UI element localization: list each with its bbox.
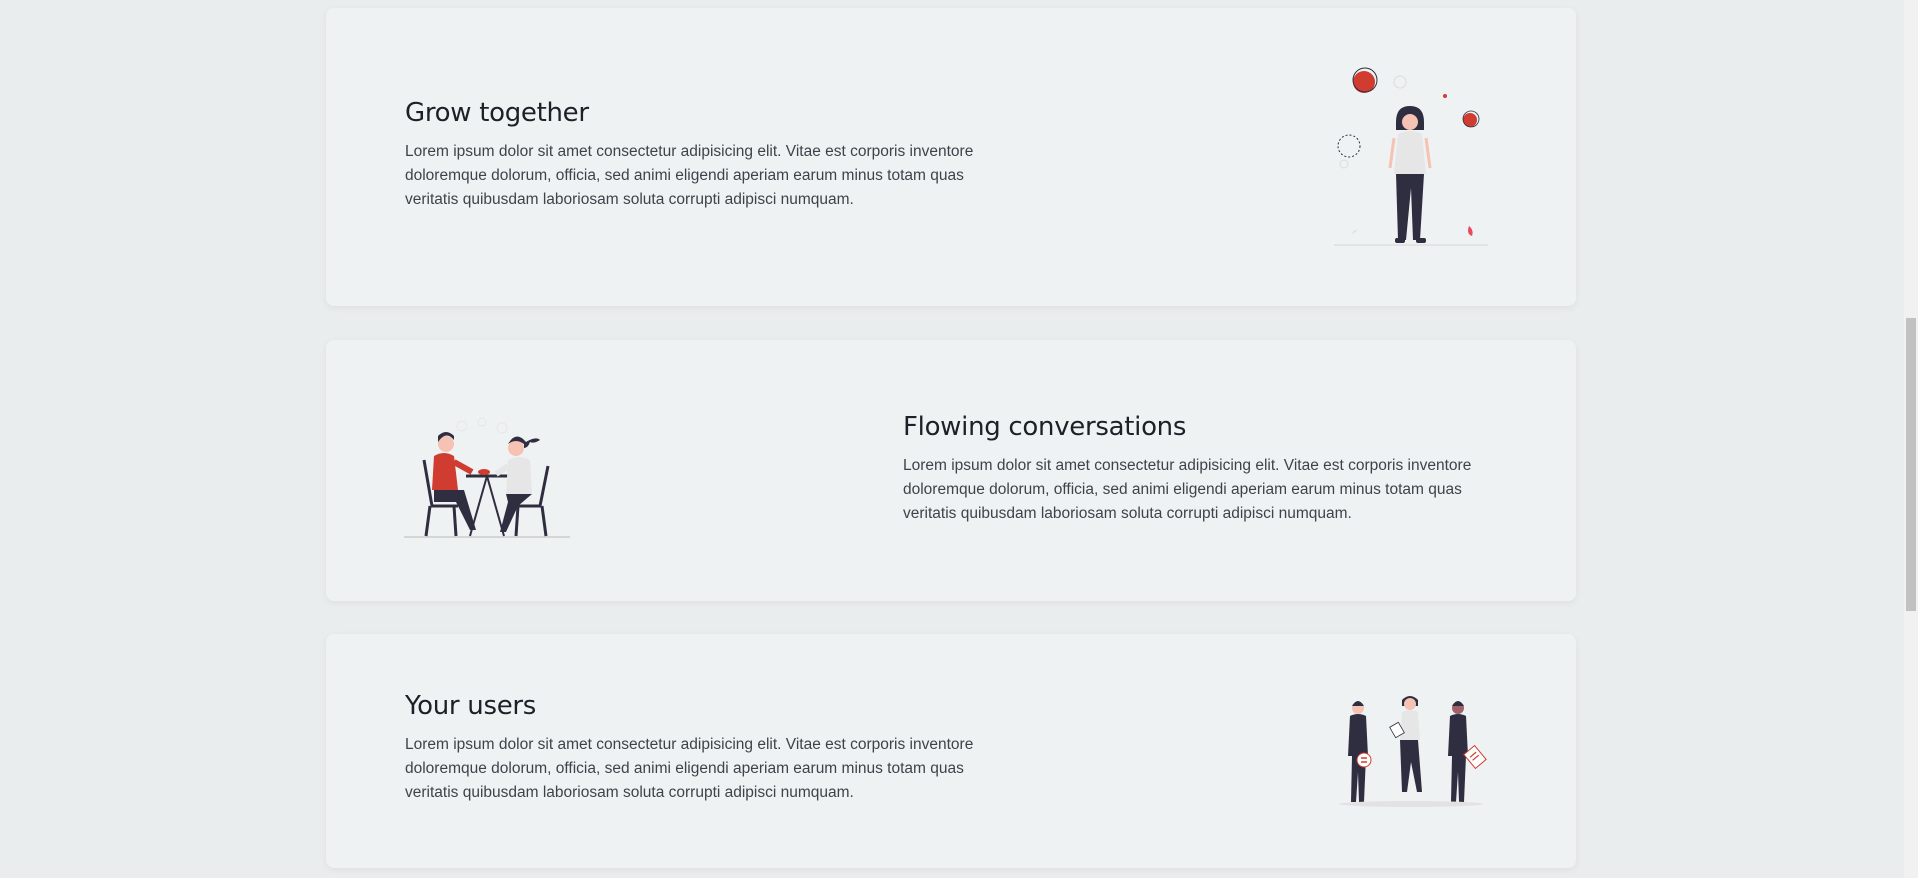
page: Grow together Lorem ipsum dolor sit amet…: [0, 0, 1918, 878]
two-people-at-table-illustration: [404, 417, 570, 538]
feature-description: Lorem ipsum dolor sit amet consectetur a…: [405, 736, 974, 801]
feature-text: Your users Lorem ipsum dolor sit amet co…: [405, 691, 985, 805]
feature-text: Grow together Lorem ipsum dolor sit amet…: [405, 98, 985, 212]
feature-description: Lorem ipsum dolor sit amet consectetur a…: [903, 457, 1472, 522]
feature-card-grow-together: Grow together Lorem ipsum dolor sit amet…: [326, 8, 1576, 306]
woman-with-balloons-illustration: [1334, 67, 1488, 246]
feature-card-your-users: Your users Lorem ipsum dolor sit amet co…: [326, 634, 1576, 868]
scrollbar-thumb[interactable]: [1906, 318, 1916, 611]
three-users-illustration: [1339, 696, 1487, 807]
feature-title: Grow together: [405, 98, 589, 128]
feature-title: Your users: [405, 691, 537, 721]
vertical-scrollbar[interactable]: [1904, 0, 1918, 878]
feature-card-flowing-conversations: Flowing conversations Lorem ipsum dolor …: [326, 340, 1576, 601]
feature-title: Flowing conversations: [903, 412, 1187, 442]
feature-description: Lorem ipsum dolor sit amet consectetur a…: [405, 143, 974, 208]
feature-text: Flowing conversations Lorem ipsum dolor …: [903, 412, 1483, 526]
